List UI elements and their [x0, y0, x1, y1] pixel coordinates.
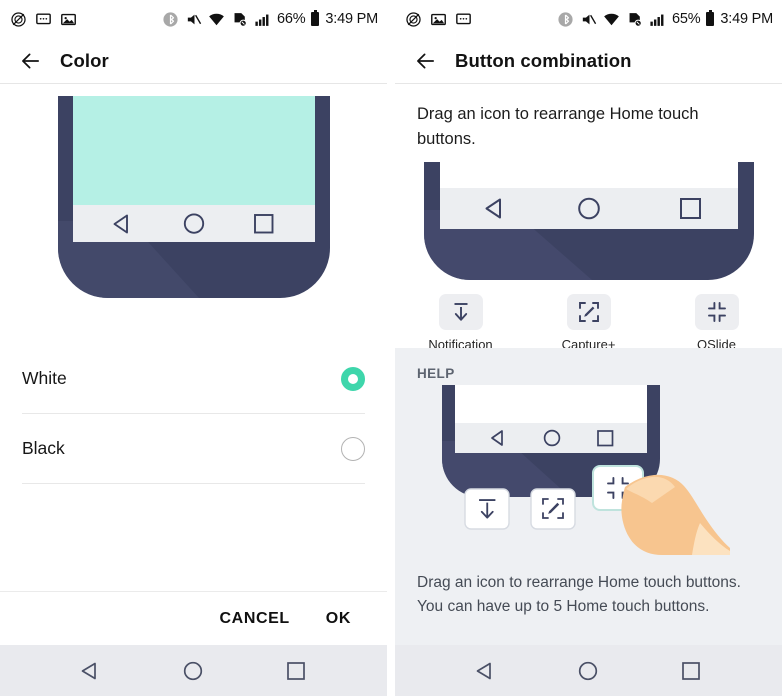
vibrate-off-icon	[187, 14, 202, 24]
help-title: HELP	[417, 366, 455, 381]
navbar-recents-button[interactable]	[283, 658, 309, 684]
clock-label: 3:49 PM	[325, 11, 378, 27]
image-icon	[431, 13, 446, 25]
draggable-icon-tray: Notification Capture+ QSlide	[395, 294, 782, 352]
battery-icon	[706, 9, 715, 26]
tile-background	[438, 294, 483, 330]
dual-screenshot-container: 66% 3:49 PM Color White Black CANCEL OK …	[0, 0, 782, 696]
right-phone-preview	[395, 162, 782, 284]
option-label: Black	[22, 438, 65, 458]
radio-white-selected[interactable]	[341, 366, 365, 391]
left-phone-preview	[0, 96, 387, 306]
help-section: HELP Drag an icon to rearrange Home touc…	[395, 348, 782, 645]
left-app-bar: Color	[0, 38, 387, 84]
signal-bars-icon	[650, 14, 664, 26]
panel-divider	[387, 0, 395, 696]
help-body-text: Drag an icon to rearrange Home touch but…	[417, 574, 741, 615]
bluetooth-icon	[163, 11, 178, 27]
navbar-recents-button[interactable]	[678, 658, 704, 684]
notification-pull-down-icon	[454, 303, 467, 321]
battery-icon	[311, 9, 320, 26]
right-status-system-icons: 65% 3:49 PM	[557, 9, 773, 28]
color-option-black[interactable]: Black	[22, 414, 365, 484]
battery-percent-label: 65%	[671, 11, 701, 27]
option-label: White	[22, 368, 67, 388]
page-title: Button combination	[455, 49, 632, 71]
sd-card-off-icon	[234, 12, 247, 27]
tray-item-notification[interactable]: Notification	[428, 294, 494, 352]
left-phone-screen: 66% 3:49 PM Color White Black CANCEL OK	[0, 0, 387, 696]
left-status-system-icons: 66% 3:49 PM	[162, 9, 378, 28]
phone-illustration	[423, 162, 754, 280]
help-illustration	[395, 383, 782, 555]
right-system-navbar	[395, 645, 782, 696]
mute-ring-icon	[11, 11, 26, 27]
back-arrow-icon[interactable]	[20, 50, 42, 72]
help-drag-illustration	[441, 385, 730, 555]
image-icon	[61, 13, 76, 25]
wifi-icon	[604, 13, 619, 25]
tray-item-capture-plus[interactable]: Capture+	[556, 294, 622, 352]
bluetooth-icon	[558, 11, 573, 27]
wifi-icon	[209, 13, 224, 25]
back-arrow-icon[interactable]	[415, 50, 437, 72]
ok-button[interactable]: OK	[326, 610, 351, 628]
message-icon	[36, 12, 51, 24]
left-status-bar: 66% 3:49 PM	[0, 0, 387, 38]
tile-background	[566, 294, 611, 330]
help-tile-capture-plus	[529, 488, 576, 530]
clock-label: 3:49 PM	[720, 11, 773, 27]
battery-percent-label: 66%	[276, 11, 306, 27]
qslide-collapse-icon	[707, 302, 726, 322]
pointing-hand-icon	[620, 474, 730, 555]
left-system-navbar	[0, 645, 387, 696]
help-tile-notification	[463, 488, 510, 530]
phone-illustration	[57, 96, 330, 298]
right-app-bar: Button combination	[395, 38, 782, 84]
left-status-notification-icons	[10, 11, 77, 28]
radio-black-unselected[interactable]	[341, 436, 365, 461]
color-option-white[interactable]: White	[22, 344, 365, 414]
page-title: Color	[60, 49, 109, 71]
navbar-back-button[interactable]	[473, 658, 499, 684]
instruction-text: Drag an icon to rearrange Home touch but…	[417, 105, 699, 148]
right-status-bar: 65% 3:49 PM	[395, 0, 782, 38]
dialog-action-bar: CANCEL OK	[0, 591, 387, 645]
vibrate-off-icon	[582, 14, 597, 24]
capture-plus-pencil-icon	[578, 302, 599, 322]
mute-ring-icon	[406, 11, 421, 27]
navbar-back-button[interactable]	[78, 658, 104, 684]
right-phone-screen: 65% 3:49 PM Button combination Drag an i…	[395, 0, 782, 696]
navbar-home-button[interactable]	[575, 658, 601, 684]
cancel-button[interactable]: CANCEL	[220, 610, 290, 628]
color-option-list: White Black	[0, 344, 387, 484]
right-status-notification-icons	[405, 11, 472, 28]
tile-background	[694, 294, 739, 330]
tray-item-qslide[interactable]: QSlide	[684, 294, 750, 352]
sd-card-off-icon	[629, 12, 642, 27]
signal-bars-icon	[255, 14, 269, 26]
navbar-home-button[interactable]	[180, 658, 206, 684]
message-icon	[456, 12, 471, 24]
